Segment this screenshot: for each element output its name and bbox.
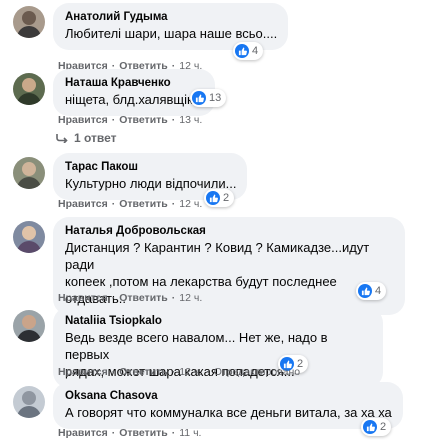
reaction-count[interactable]: 2: [361, 418, 392, 436]
comment-actions: Нравится · Ответить · 11 ч.: [58, 427, 202, 439]
avatar[interactable]: [13, 386, 45, 418]
thumbs-up-icon: [358, 284, 372, 298]
comment-timestamp[interactable]: 12 ч.: [179, 292, 202, 304]
comment-actions: Нравится · Ответить · 12 ч.: [58, 198, 203, 210]
reply-button[interactable]: Ответить: [119, 114, 168, 126]
reaction-number: 13: [209, 92, 222, 104]
replies-label: 1 ответ: [74, 131, 117, 145]
comment-text-line: копеек ,потом на лекарства будут последн…: [65, 274, 337, 289]
reaction-number: 4: [375, 285, 382, 297]
edited-label[interactable]: Отредактировано: [214, 366, 300, 378]
avatar[interactable]: [13, 221, 45, 253]
avatar[interactable]: [13, 6, 45, 38]
comment-text: А говорят что коммуналка все деньги вита…: [65, 405, 392, 420]
reply-button[interactable]: Ответить: [119, 366, 168, 378]
avatar[interactable]: [13, 310, 45, 342]
comment-actions: Нравится · Ответить · 12 ч. · Отредактир…: [58, 366, 301, 378]
like-button[interactable]: Нравится: [58, 366, 108, 378]
comment-timestamp[interactable]: 12 ч.: [179, 366, 202, 378]
thumbs-up-icon: [363, 420, 377, 434]
thumbs-up-icon: [206, 191, 220, 205]
avatar[interactable]: [13, 73, 45, 105]
comment-actions: Нравится · Ответить · 13 ч.: [58, 114, 203, 126]
comment-bubble: Oksana Chasova А говорят что коммуналка …: [53, 382, 403, 429]
comment-text: Любителі шари, шара наше всьо....: [65, 26, 278, 41]
comment-timestamp[interactable]: 12 ч.: [179, 198, 202, 210]
comment-timestamp[interactable]: 11 ч.: [179, 427, 201, 439]
reaction-count[interactable]: 2: [204, 189, 235, 207]
reaction-number: 2: [223, 192, 230, 204]
reaction-count[interactable]: 4: [233, 42, 264, 60]
reaction-number: 2: [380, 421, 387, 433]
like-button[interactable]: Нравится: [58, 292, 108, 304]
avatar[interactable]: [13, 157, 45, 189]
comment-text-line: Дистанция ? Карантин ? Ковид ? Камикадзе…: [65, 240, 370, 272]
comment-author[interactable]: Анатолий Гудыма: [65, 10, 277, 24]
comment-actions: Нравится · Ответить · 12 ч.: [58, 292, 203, 304]
like-button[interactable]: Нравится: [58, 427, 108, 439]
like-button[interactable]: Нравится: [58, 198, 108, 210]
reaction-count[interactable]: 13: [190, 89, 227, 107]
reply-button[interactable]: Ответить: [119, 198, 168, 210]
comment-text-line: Ведь везде всего навалом... Нет же, надо…: [65, 330, 328, 362]
comment-author[interactable]: Oksana Chasova: [65, 389, 392, 403]
thumbs-up-icon: [235, 44, 249, 58]
comment-text: ніщета, блд.халявщіки.: [65, 92, 204, 107]
comment-author[interactable]: Наталья Добровольская: [65, 224, 394, 238]
comment-timestamp[interactable]: 13 ч.: [179, 114, 202, 126]
like-button[interactable]: Нравится: [58, 114, 108, 126]
reaction-count[interactable]: 4: [356, 282, 387, 300]
reply-button[interactable]: Ответить: [119, 427, 168, 439]
comment-author[interactable]: Тарас Пакош: [65, 160, 236, 174]
reply-arrow-icon: [56, 134, 68, 143]
reaction-number: 4: [252, 45, 259, 57]
thumbs-up-icon: [192, 91, 206, 105]
comment-author[interactable]: Nataliia Tsiopkalo: [65, 314, 372, 328]
view-replies-link[interactable]: 1 ответ: [56, 131, 117, 145]
comment-author[interactable]: Наташа Кравченко: [65, 76, 204, 90]
reply-button[interactable]: Ответить: [119, 292, 168, 304]
